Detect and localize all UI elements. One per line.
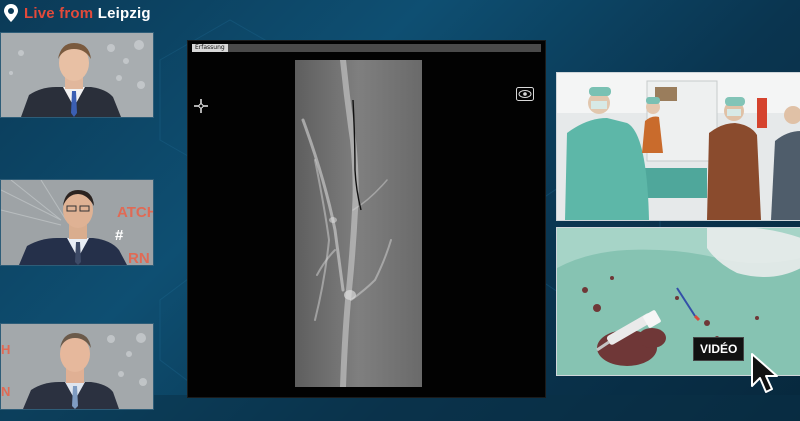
backdrop-text-b: # (115, 227, 124, 244)
speaker-tile-1[interactable] (0, 32, 154, 118)
crosshair-icon[interactable] (194, 99, 208, 113)
speaker-tile-3[interactable]: H N (0, 323, 154, 410)
pointer-cursor-icon (751, 353, 778, 393)
live-city: Leipzig (97, 4, 151, 22)
speaker-video-3: H N (1, 324, 153, 409)
backdrop-text-d: H (1, 342, 10, 357)
location-pin-icon (4, 4, 18, 22)
backdrop-text-c: RN (128, 250, 150, 265)
monitor-toolbar: Erfassung (192, 44, 541, 52)
angiogram-image (295, 60, 422, 387)
video-badge[interactable]: VIDÉO (693, 337, 745, 361)
speaker-video-2: ATCH # RN (1, 180, 153, 265)
eye-icon[interactable] (516, 87, 534, 101)
operating-room-video[interactable] (556, 72, 800, 221)
live-prefix: Live from (24, 4, 94, 22)
live-title: Live from Leipzig (24, 5, 151, 22)
speaker-tile-2[interactable]: ATCH # RN (0, 179, 154, 266)
operating-room-scene (557, 73, 800, 220)
live-header: Live from Leipzig (0, 0, 800, 26)
backdrop-text-a: ATCH (117, 204, 153, 221)
backdrop-text-e: N (1, 384, 10, 399)
speaker-video-1 (1, 33, 153, 117)
angiography-monitor: Erfassung (187, 40, 546, 398)
monitor-tab-label[interactable]: Erfassung (192, 44, 228, 52)
